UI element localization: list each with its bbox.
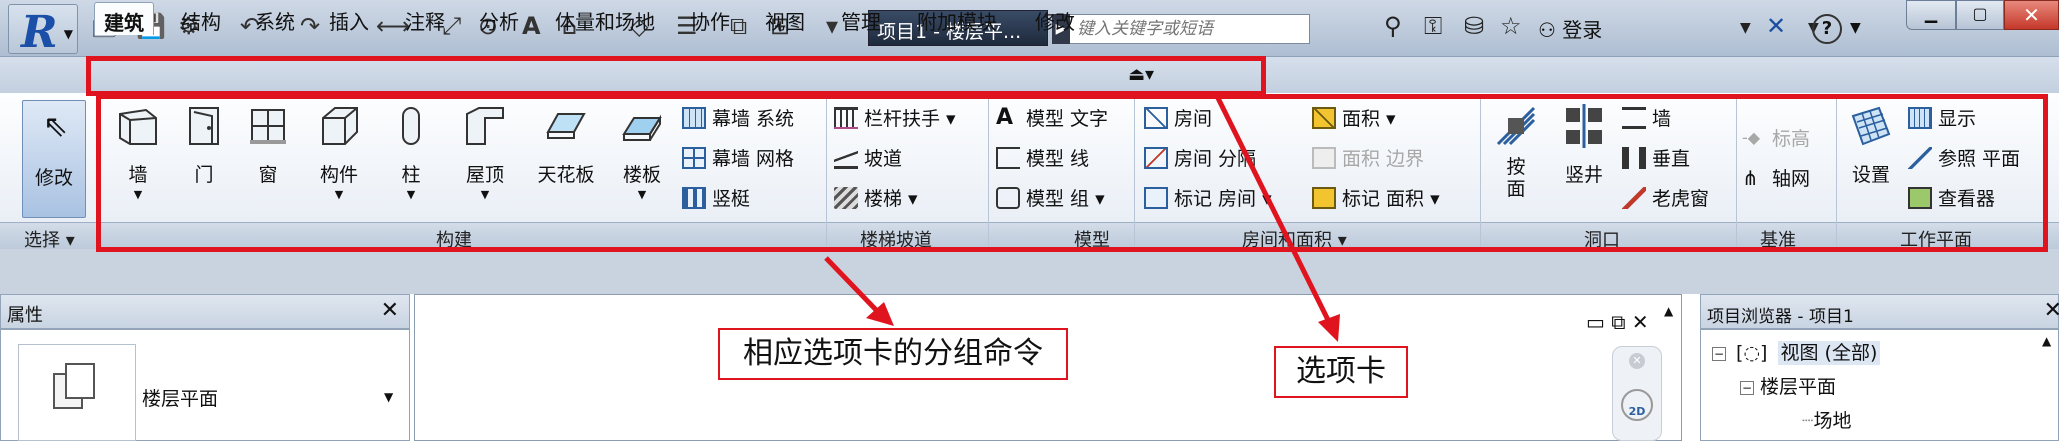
tabs-highlight-box	[86, 56, 1266, 96]
tab-architecture[interactable]: 建筑	[94, 2, 154, 35]
cursor-arrow-icon: ⇖	[43, 109, 69, 144]
chevron-down-icon[interactable]: ▼	[384, 390, 393, 404]
tab-systems[interactable]: 系统	[246, 2, 304, 35]
help-icon[interactable]: ?	[1812, 14, 1842, 44]
close-icon[interactable]: ✕	[1632, 310, 1649, 334]
application-menu-button[interactable]: R ▼	[8, 4, 78, 58]
scroll-up-icon[interactable]: ▲	[2042, 334, 2051, 348]
project-browser-header: 项目浏览器 - 项目1 ✕	[1700, 294, 2059, 329]
tab-analyze[interactable]: 分析	[470, 2, 528, 35]
chevron-down-icon[interactable]: ▼	[1740, 20, 1751, 36]
minimize-icon[interactable]: ▭	[1586, 310, 1605, 334]
tree-label: 场地	[1813, 410, 1852, 432]
collapse-icon[interactable]: −	[1712, 346, 1726, 361]
modify-button[interactable]: ⇖ 修改	[22, 100, 86, 218]
search-input[interactable]	[1073, 15, 1309, 43]
tab-massing-site[interactable]: 体量和场地	[546, 2, 664, 35]
tree-label: 视图 (全部)	[1777, 341, 1881, 365]
tab-manage[interactable]: 管理	[832, 2, 890, 35]
tab-insert[interactable]: 插入	[320, 2, 378, 35]
group-commands-callout: 相应选项卡的分组命令	[718, 328, 1068, 380]
close-icon[interactable]: ✕	[2044, 298, 2059, 323]
properties-title: 属性	[7, 305, 43, 326]
exchange-apps-icon[interactable]: ✕	[1766, 12, 1786, 40]
tabs-callout: 选项卡	[1274, 346, 1408, 398]
close-icon[interactable]: ✕	[381, 298, 399, 323]
steering-wheel-2d-icon[interactable]: 2D	[1621, 389, 1653, 421]
tree-node-floor-plans[interactable]: − 楼层平面	[1740, 372, 1836, 399]
type-selector-value[interactable]: 楼层平面	[142, 384, 218, 411]
tab-view[interactable]: 视图	[756, 2, 814, 35]
project-browser-title: 项目浏览器 - 项目1	[1707, 307, 1854, 327]
restore-icon[interactable]: ⧉	[1611, 310, 1625, 334]
chevron-down-icon: ▼	[63, 27, 73, 41]
close-icon[interactable]: ✕	[1629, 353, 1645, 369]
window-controls[interactable]: ▭ ⧉ ✕	[1586, 310, 1649, 334]
key-icon[interactable]: ⚿	[1424, 12, 1442, 40]
views-icon: [◌]	[1736, 342, 1768, 364]
navigation-bar[interactable]: ✕ 2D	[1612, 346, 1662, 441]
chevron-down-icon[interactable]: ▼	[1850, 20, 1861, 36]
revit-logo-icon: R	[21, 7, 58, 58]
tab-annotate[interactable]: 注释	[396, 2, 454, 35]
tree-label: 楼层平面	[1760, 376, 1837, 398]
star-icon[interactable]: ☆	[1500, 12, 1522, 40]
tab-modify[interactable]: 修改	[1026, 2, 1084, 35]
tab-collaborate[interactable]: 协作	[681, 2, 739, 35]
tab-structure[interactable]: 结构	[172, 2, 230, 35]
properties-header: 属性 ✕	[0, 294, 410, 329]
minimize-button[interactable]: ▁	[1906, 0, 1956, 30]
collapse-icon[interactable]: −	[1740, 380, 1754, 395]
user-icon: ⚇	[1538, 18, 1556, 42]
binoculars-icon[interactable]: ⚲	[1384, 12, 1402, 40]
communication-icon[interactable]: ⛁	[1464, 12, 1484, 40]
tree-node-views[interactable]: − [◌] 视图 (全部)	[1712, 338, 1881, 365]
workspace-background	[0, 249, 2059, 294]
ribbon-highlight-box	[96, 94, 2048, 252]
login-label: 登录	[1562, 18, 1603, 42]
maximize-button[interactable]: ▢	[1956, 0, 2004, 30]
login-button[interactable]: ⚇ 登录	[1538, 14, 1602, 43]
type-preview	[18, 344, 136, 441]
close-button[interactable]: ✕	[2004, 0, 2059, 30]
tree-node-site[interactable]: ┈场地	[1802, 406, 1851, 433]
search-box[interactable]	[1052, 14, 1310, 44]
modify-label: 修改	[34, 167, 73, 189]
floor-plan-type-icon	[65, 363, 95, 399]
scroll-up-icon[interactable]: ▲	[1664, 304, 1673, 318]
tab-add-ins[interactable]: 附加模块	[908, 2, 1006, 35]
